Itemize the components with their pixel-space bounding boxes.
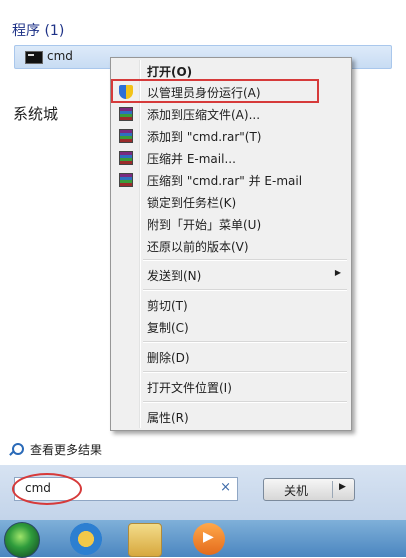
menu-item-label: 压缩并 E-mail...	[147, 152, 236, 166]
winrar-icon	[119, 151, 133, 165]
menu-item-label: 压缩到 "cmd.rar" 并 E-mail	[147, 174, 303, 188]
start-menu-bottom-bar: cmd × 关机 ▶	[0, 465, 406, 520]
menu-item-add-to-cmd-rar[interactable]: 添加到 "cmd.rar"(T)	[113, 125, 349, 147]
menu-item-label: 添加到压缩文件(A)...	[147, 108, 261, 122]
menu-item-label: 打开文件位置(I)	[147, 381, 232, 395]
see-more-results-link[interactable]: 查看更多结果	[12, 441, 102, 458]
internet-explorer-icon[interactable]	[70, 523, 102, 555]
shutdown-options-arrow-icon[interactable]: ▶	[339, 482, 346, 492]
winrar-icon	[119, 129, 133, 143]
menu-item-properties[interactable]: 属性(R)	[113, 406, 349, 428]
windows-explorer-icon[interactable]	[128, 523, 162, 557]
menu-item-copy[interactable]: 复制(C)	[113, 316, 349, 338]
start-orb-icon[interactable]	[4, 522, 40, 558]
menu-separator	[143, 289, 347, 291]
clear-search-icon[interactable]: ×	[220, 480, 231, 495]
media-player-icon[interactable]	[193, 523, 225, 555]
menu-item-compress-cmd-rar-email[interactable]: 压缩到 "cmd.rar" 并 E-mail	[113, 169, 349, 191]
menu-item-send-to[interactable]: 发送到(N) ▶	[113, 264, 349, 286]
shutdown-divider	[332, 481, 333, 498]
search-highlight-annotation	[12, 473, 82, 505]
menu-item-label: 发送到(N)	[147, 269, 202, 283]
menu-item-pin-start[interactable]: 附到「开始」菜单(U)	[113, 213, 349, 235]
menu-item-pin-taskbar[interactable]: 锁定到任务栏(K)	[113, 191, 349, 213]
winrar-icon	[119, 107, 133, 121]
menu-item-label: 锁定到任务栏(K)	[147, 196, 237, 210]
menu-item-cut[interactable]: 剪切(T)	[113, 294, 349, 316]
menu-item-label: 复制(C)	[147, 321, 189, 335]
menu-separator	[143, 401, 347, 403]
menu-item-label: 添加到 "cmd.rar"(T)	[147, 130, 262, 144]
taskbar	[0, 520, 406, 558]
menu-item-add-to-archive[interactable]: 添加到压缩文件(A)...	[113, 103, 349, 125]
menu-item-restore-versions[interactable]: 还原以前的版本(V)	[113, 235, 349, 257]
menu-separator	[143, 371, 347, 373]
menu-item-open-file-location[interactable]: 打开文件位置(I)	[113, 376, 349, 398]
menu-item-label: 属性(R)	[147, 411, 189, 425]
menu-separator	[143, 259, 347, 261]
pinned-item-label[interactable]: 系统城	[13, 103, 58, 124]
programs-header: 程序 (1)	[12, 23, 65, 39]
winrar-icon	[119, 173, 133, 187]
menu-item-label: 剪切(T)	[147, 299, 188, 313]
context-menu: 打开(O) 以管理员身份运行(A) 添加到压缩文件(A)... 添加到 "cmd…	[110, 57, 352, 431]
cmd-icon	[25, 51, 43, 64]
search-icon	[12, 443, 24, 455]
menu-separator	[143, 341, 347, 343]
menu-item-label: 打开(O)	[147, 65, 193, 79]
shutdown-button[interactable]: 关机 ▶	[263, 478, 355, 501]
run-as-admin-highlight-annotation	[111, 79, 319, 103]
menu-item-label: 删除(D)	[147, 351, 190, 365]
menu-item-delete[interactable]: 删除(D)	[113, 346, 349, 368]
submenu-arrow-icon: ▶	[334, 268, 341, 277]
see-more-label: 查看更多结果	[30, 443, 103, 457]
menu-item-label: 附到「开始」菜单(U)	[147, 218, 262, 232]
shutdown-label: 关机	[284, 484, 309, 498]
menu-item-label: 还原以前的版本(V)	[147, 240, 249, 254]
menu-item-compress-email[interactable]: 压缩并 E-mail...	[113, 147, 349, 169]
search-result-label: cmd	[47, 49, 73, 63]
